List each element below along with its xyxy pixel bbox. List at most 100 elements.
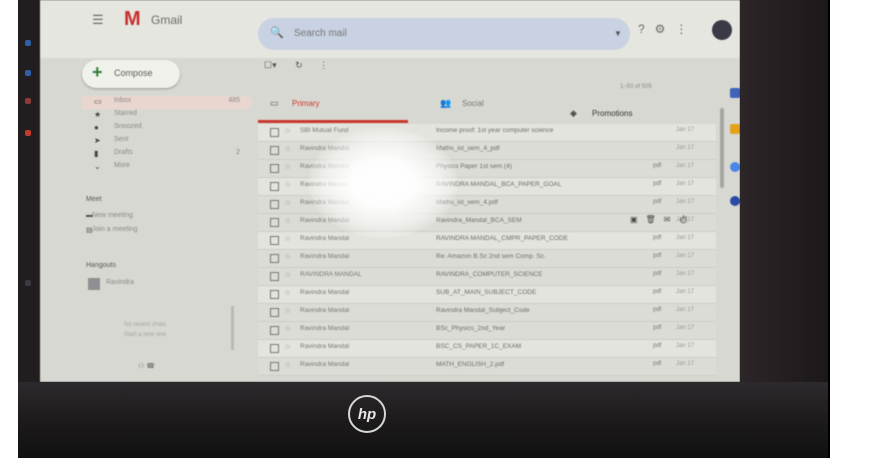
email-sender: Ravindra Mandal — [300, 361, 350, 368]
row-checkbox[interactable] — [270, 362, 279, 371]
list-scrollbar[interactable] — [720, 108, 724, 188]
row-checkbox[interactable] — [270, 308, 279, 317]
attachment-chip[interactable]: pdf — [653, 361, 661, 367]
attachment-chip[interactable]: pdf — [653, 163, 661, 169]
sidebar-item-inbox[interactable]: ▭ Inbox 485 — [82, 96, 252, 109]
star-icon[interactable]: ☆ — [284, 360, 291, 369]
row-checkbox[interactable] — [270, 290, 279, 299]
search-options-icon[interactable]: ▼ — [614, 29, 622, 38]
email-subject: Ravindra Mandal_Subject_Code — [436, 307, 530, 314]
email-date: Jan 17 — [676, 253, 695, 259]
star-icon[interactable]: ☆ — [284, 234, 291, 243]
keep-icon[interactable] — [730, 124, 740, 134]
select-all-checkbox[interactable]: ☐▾ — [264, 60, 277, 70]
email-sender: Ravindra Mandal — [300, 307, 350, 314]
search-icon[interactable]: 🔍 — [270, 26, 284, 39]
table-row[interactable]: ☆ SBI Mutual Fund Income proof: 1st year c… — [258, 124, 716, 142]
email-date: Jan 17 — [676, 163, 695, 169]
tasks-icon[interactable] — [730, 162, 740, 172]
attachment-chip[interactable]: pdf — [653, 325, 661, 331]
attachment-chip[interactable]: pdf — [653, 181, 661, 187]
calendar-icon[interactable] — [730, 88, 740, 98]
table-row[interactable]: ☆ Ravindra Mandal BSc_Physics_2nd_Year pdf J… — [258, 322, 716, 340]
tab-primary[interactable]: ▭ Primary — [258, 92, 408, 123]
table-row[interactable]: ☆ Ravindra Mandal BSC_CS_PAPER_1C_EXAM pdf J… — [258, 340, 716, 358]
plus-icon: + — [92, 62, 103, 82]
tab-label: Primary — [292, 99, 320, 108]
table-row[interactable]: ☆ Ravindra Mandal MATH_ENGLISH_2.pdf pdf Jan… — [258, 358, 716, 376]
refresh-icon[interactable]: ↻ — [295, 60, 303, 70]
star-icon[interactable]: ☆ — [284, 198, 291, 207]
star-icon[interactable]: ☆ — [284, 126, 291, 135]
row-checkbox[interactable] — [270, 128, 279, 137]
row-checkbox[interactable] — [270, 344, 279, 353]
table-row[interactable]: ☆ Ravindra Mandal Re: Amazon B.Sc 2nd sem … — [258, 250, 716, 268]
sidebar-item-sent[interactable]: ➤ Sent — [82, 135, 252, 148]
hangouts-footer-icons[interactable]: ⚇ ☎ — [138, 362, 155, 370]
join-meeting-link[interactable]: Join a meeting — [92, 226, 138, 233]
star-icon[interactable]: ☆ — [284, 306, 291, 315]
row-checkbox[interactable] — [270, 182, 279, 191]
sidebar-item-drafts[interactable]: ▮ Drafts 2 — [82, 148, 252, 161]
star-icon[interactable]: ☆ — [284, 144, 291, 153]
attachment-chip[interactable]: pdf — [653, 343, 661, 349]
email-subject: SUB_AT_MAIN_SUBJECT_CODE — [436, 289, 537, 296]
attachment-chip[interactable]: pdf — [653, 199, 661, 205]
email-subject: BSc_Physics_2nd_Year — [436, 325, 506, 332]
tab-social[interactable]: 👥 Social — [428, 92, 558, 120]
table-row[interactable]: ☆ RAVINDRA MANDAL RAVINDRA_COMPUTER_SCIENC… — [258, 268, 716, 286]
sidebar-item-label: Inbox — [114, 97, 132, 104]
more-actions-icon[interactable]: ⋮ — [319, 60, 328, 70]
star-icon[interactable]: ☆ — [284, 270, 291, 279]
star-icon[interactable]: ☆ — [284, 162, 291, 171]
row-checkbox[interactable] — [270, 218, 279, 227]
attachment-chip[interactable]: pdf — [653, 271, 661, 277]
row-checkbox[interactable] — [270, 146, 279, 155]
table-row[interactable]: ☆ Ravindra Mandal SUB_AT_MAIN_SUBJECT_CODE… — [258, 286, 716, 304]
menu-icon[interactable]: ☰ — [92, 12, 104, 28]
more-icon: ⌄ — [94, 162, 101, 171]
email-subject: RAVINDRA MANDAL_CMPR_PAPER_CODE — [436, 235, 568, 242]
attachment-chip[interactable]: pdf — [653, 235, 661, 241]
email-subject: Maths_ist_sem_4.pdf — [436, 199, 498, 206]
star-icon[interactable]: ☆ — [284, 324, 291, 333]
row-checkbox[interactable] — [270, 326, 279, 335]
row-checkbox[interactable] — [270, 272, 279, 281]
row-hover-actions[interactable]: ▣🗑✉⏱ — [630, 215, 697, 224]
star-icon[interactable]: ☆ — [284, 252, 291, 261]
new-meeting-link[interactable]: New meeting — [92, 212, 133, 219]
sidebar-item-more[interactable]: ⌄ More — [82, 161, 252, 174]
sidebar-scrollbar[interactable] — [231, 306, 234, 350]
star-icon[interactable]: ☆ — [284, 288, 291, 297]
row-checkbox[interactable] — [270, 254, 279, 263]
hangouts-user[interactable]: Ravindra — [106, 279, 134, 286]
laptop-base — [18, 382, 828, 458]
row-checkbox[interactable] — [270, 164, 279, 173]
star-icon[interactable]: ☆ — [284, 216, 291, 225]
attachment-chip[interactable]: pdf — [653, 307, 661, 313]
hangouts-avatar[interactable] — [88, 278, 100, 290]
email-date: Jan 17 — [676, 235, 695, 241]
sidebar-item-starred[interactable]: ★ Starred — [82, 109, 252, 122]
header-icons[interactable]: ?⚙⋮ — [638, 22, 697, 36]
row-checkbox[interactable] — [270, 200, 279, 209]
gmail-logo[interactable]: M — [124, 8, 141, 31]
star-icon[interactable]: ☆ — [284, 342, 291, 351]
search-bar[interactable]: 🔍 ▼ — [258, 18, 630, 50]
star-icon[interactable]: ☆ — [284, 180, 291, 189]
sidebar-item-snoozed[interactable]: ● Snoozed — [82, 122, 252, 135]
table-row[interactable]: ☆ Ravindra Mandal RAVINDRA MANDAL_CMPR_PAP… — [258, 232, 716, 250]
app-name: Gmail — [151, 13, 183, 27]
sidebar-nav: ▭ Inbox 485 ★ Starred ● Snoozed ➤ Sent ▮… — [82, 96, 252, 174]
account-avatar[interactable] — [712, 20, 732, 40]
contacts-icon[interactable] — [730, 196, 740, 206]
email-date: Jan 17 — [676, 289, 695, 295]
attachment-chip[interactable]: pdf — [653, 289, 661, 295]
email-sender: Ravindra Mandal — [300, 253, 350, 260]
tag-icon: ◆ — [570, 108, 577, 118]
search-input[interactable] — [292, 27, 496, 40]
compose-button[interactable]: + Compose — [82, 60, 180, 88]
row-checkbox[interactable] — [270, 236, 279, 245]
attachment-chip[interactable]: pdf — [653, 253, 661, 259]
table-row[interactable]: ☆ Ravindra Mandal Ravindra Mandal_Subject_… — [258, 304, 716, 322]
